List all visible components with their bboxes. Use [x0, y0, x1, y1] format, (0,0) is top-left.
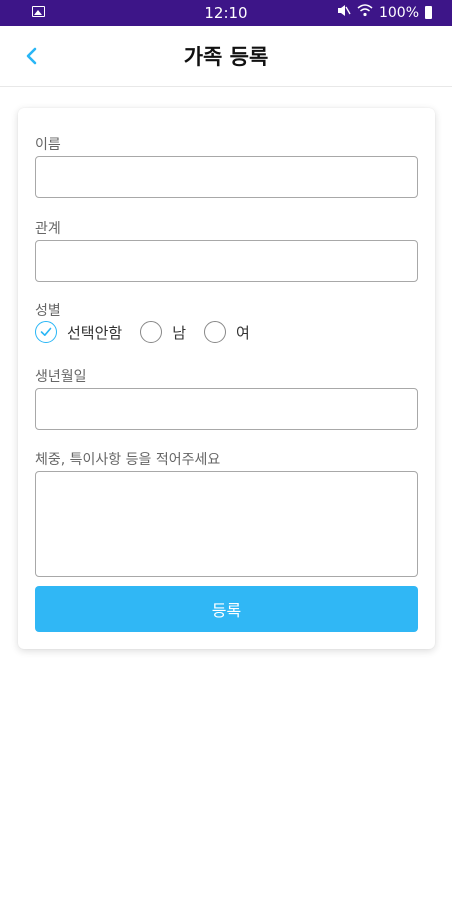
battery-icon: [425, 6, 432, 19]
name-input[interactable]: [35, 156, 418, 198]
notes-label: 체중, 특이사항 등을 적어주세요: [35, 452, 221, 468]
gender-option-label: 여: [236, 323, 250, 342]
notes-textarea[interactable]: [35, 471, 418, 577]
name-label: 이름: [35, 137, 61, 153]
relation-label: 관계: [35, 221, 61, 237]
gender-option-male[interactable]: 남: [140, 321, 186, 343]
status-right-group: 100%: [337, 4, 432, 21]
wifi-icon: [357, 4, 373, 21]
family-form-card: 이름 관계 성별 선택안함 남 여 생년월일 체중, 특이사항 등을 적어주세요…: [18, 108, 435, 649]
birthdate-label: 생년월일: [35, 369, 87, 385]
radio-circle-icon: [140, 321, 163, 343]
status-bar: 12:10 100%: [0, 0, 452, 26]
checked-circle-icon: [35, 321, 57, 343]
birthdate-input[interactable]: [35, 388, 418, 430]
gender-label: 성별: [35, 303, 61, 319]
mute-icon: [337, 4, 351, 21]
gender-option-label: 남: [172, 323, 187, 342]
register-button[interactable]: 등록: [35, 586, 418, 632]
gender-option-none[interactable]: 선택안함: [35, 321, 122, 343]
battery-percent: 100%: [378, 4, 419, 21]
gender-option-female[interactable]: 여: [204, 321, 250, 343]
relation-input[interactable]: [35, 240, 418, 282]
gender-option-label: 선택안함: [67, 323, 123, 342]
app-bar: 가족 등록: [0, 26, 452, 87]
gender-radio-group: 선택안함 남 여: [35, 321, 268, 343]
page-title: 가족 등록: [183, 45, 269, 69]
radio-circle-icon: [204, 321, 227, 343]
